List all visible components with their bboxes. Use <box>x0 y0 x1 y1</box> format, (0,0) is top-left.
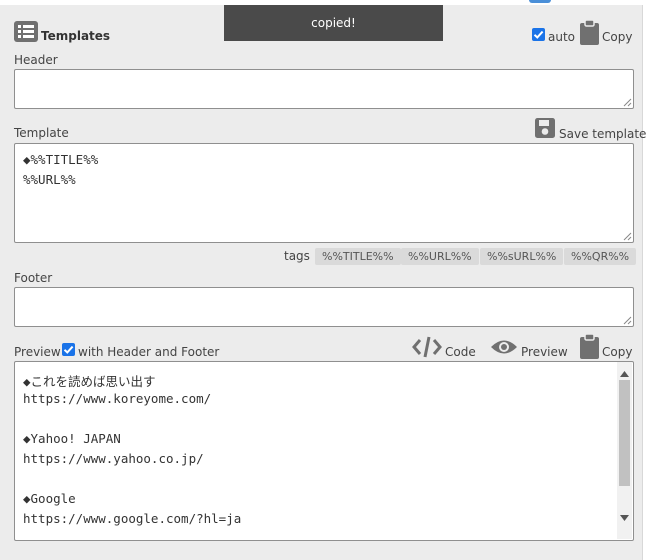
code-button[interactable]: Code <box>445 345 476 359</box>
floppy-disk-icon[interactable] <box>535 118 555 138</box>
scroll-up-arrow-icon[interactable] <box>620 366 629 377</box>
with-header-footer-checkbox[interactable] <box>62 343 75 356</box>
list-icon <box>14 21 38 42</box>
resize-grip-icon[interactable] <box>623 316 632 325</box>
clipboard-icon[interactable] <box>580 333 599 359</box>
preview-line: ◆Google <box>23 491 76 506</box>
preview-line: https://www.yahoo.co.jp/ <box>23 451 204 466</box>
template-textarea[interactable]: ◆%%TITLE%% %%URL%% <box>14 143 634 243</box>
template-line: %%URL%% <box>23 172 76 187</box>
auto-checkbox[interactable] <box>532 28 545 41</box>
preview-label: Preview <box>14 345 61 359</box>
preview-line: https://www.google.com/?hl=ja <box>23 511 242 526</box>
preview-line: ◆Yahoo! JAPAN <box>23 431 121 446</box>
resize-grip-icon[interactable] <box>623 98 632 107</box>
preview-copy-button[interactable]: Copy <box>602 345 632 359</box>
copy-button[interactable]: Copy <box>602 30 632 44</box>
preview-output[interactable]: ◆これを読めば思い出す https://www.koreyome.com/ ◆Y… <box>14 361 634 541</box>
preview-line: ◆これを読めば思い出す <box>23 374 156 389</box>
code-icon[interactable] <box>412 336 442 358</box>
clipboard-icon[interactable] <box>580 19 599 45</box>
frame-right-edge <box>642 5 648 560</box>
footer-textarea[interactable] <box>14 287 634 327</box>
copied-toast: copied! <box>224 5 443 41</box>
tags-label: tags <box>284 249 310 263</box>
tag-surl[interactable]: %%sURL%% <box>480 248 564 265</box>
tag-title[interactable]: %%TITLE%% <box>315 248 401 265</box>
tag-qr[interactable]: %%QR%% <box>564 248 637 265</box>
preview-scrollbar-thumb[interactable] <box>619 380 630 486</box>
auto-label: auto <box>548 30 576 44</box>
template-label: Template <box>14 126 69 140</box>
footer-label: Footer <box>14 271 53 285</box>
top-edge-marker <box>529 0 551 3</box>
eye-icon[interactable] <box>490 338 518 356</box>
preview-line: https://www.koreyome.com/ <box>23 391 212 406</box>
header-textarea[interactable] <box>14 69 634 109</box>
save-template-button[interactable]: Save template <box>559 127 646 141</box>
with-header-footer-label: with Header and Footer <box>78 345 220 359</box>
template-line: ◆%%TITLE%% <box>23 152 99 167</box>
page-title: Templates <box>41 29 111 43</box>
scroll-down-arrow-icon[interactable] <box>620 510 629 521</box>
header-label: Header <box>14 53 58 67</box>
resize-grip-icon[interactable] <box>623 232 632 241</box>
tag-url[interactable]: %%URL%% <box>401 248 479 265</box>
preview-button[interactable]: Preview <box>521 345 568 359</box>
